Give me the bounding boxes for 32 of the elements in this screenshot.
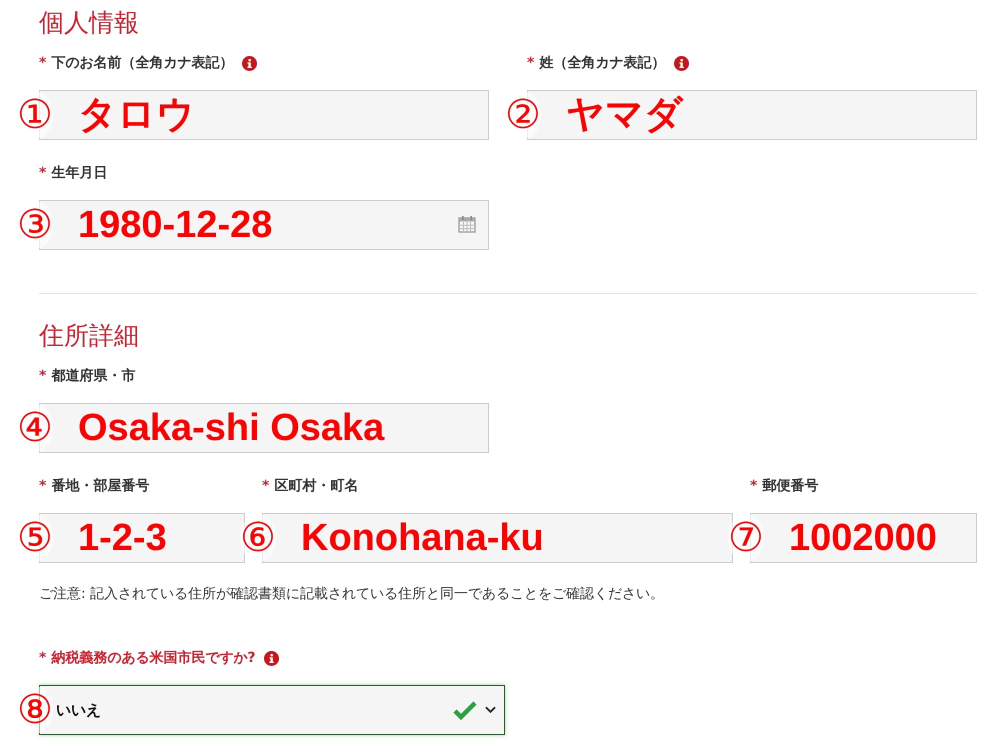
field-label: 下のお名前（全角カナ表記） (51, 54, 234, 72)
example-value: 1980-12-28 (78, 203, 272, 248)
info-icon[interactable] (242, 56, 258, 70)
example-value: Konohana-ku (301, 516, 544, 561)
info-icon[interactable] (674, 56, 690, 70)
field-label: 都道府県・市 (51, 367, 136, 385)
field-label: 番地・部屋番号 (51, 477, 150, 495)
notice-text: ご注意: 記入されている住所が確認書類に記載されている住所と同一であることをご確認ください。 (39, 585, 666, 603)
example-value: 1-2-3 (78, 516, 167, 561)
example-value: ヤマダ (566, 93, 683, 138)
field-label: 区町村・町名 (274, 477, 358, 495)
section-title: 個人情報 (39, 7, 140, 39)
calendar-icon[interactable] (458, 215, 476, 233)
required-mark: * (39, 165, 46, 181)
required-mark: * (750, 478, 758, 494)
required-mark: * (262, 478, 270, 494)
field-label: 郵便番号 (762, 477, 818, 495)
caret-icon (485, 706, 496, 714)
field-label: 姓（全角カナ表記） (539, 54, 666, 72)
required-mark: * (39, 478, 46, 494)
required-mark: * (39, 650, 46, 666)
field-label: 生年月日 (51, 164, 108, 182)
example-value: 1002000 (789, 516, 937, 561)
info-icon[interactable] (264, 650, 280, 666)
required-mark: * (527, 55, 534, 71)
section-title: 住所詳細 (39, 320, 140, 352)
example-value: タロウ (78, 93, 195, 138)
question-label: 納税義務のある米国市民ですか? (51, 649, 256, 667)
checkmark-icon (453, 700, 477, 720)
example-value: Osaka-shi Osaka (78, 406, 384, 451)
required-mark: * (39, 368, 46, 384)
required-mark: * (39, 55, 46, 71)
